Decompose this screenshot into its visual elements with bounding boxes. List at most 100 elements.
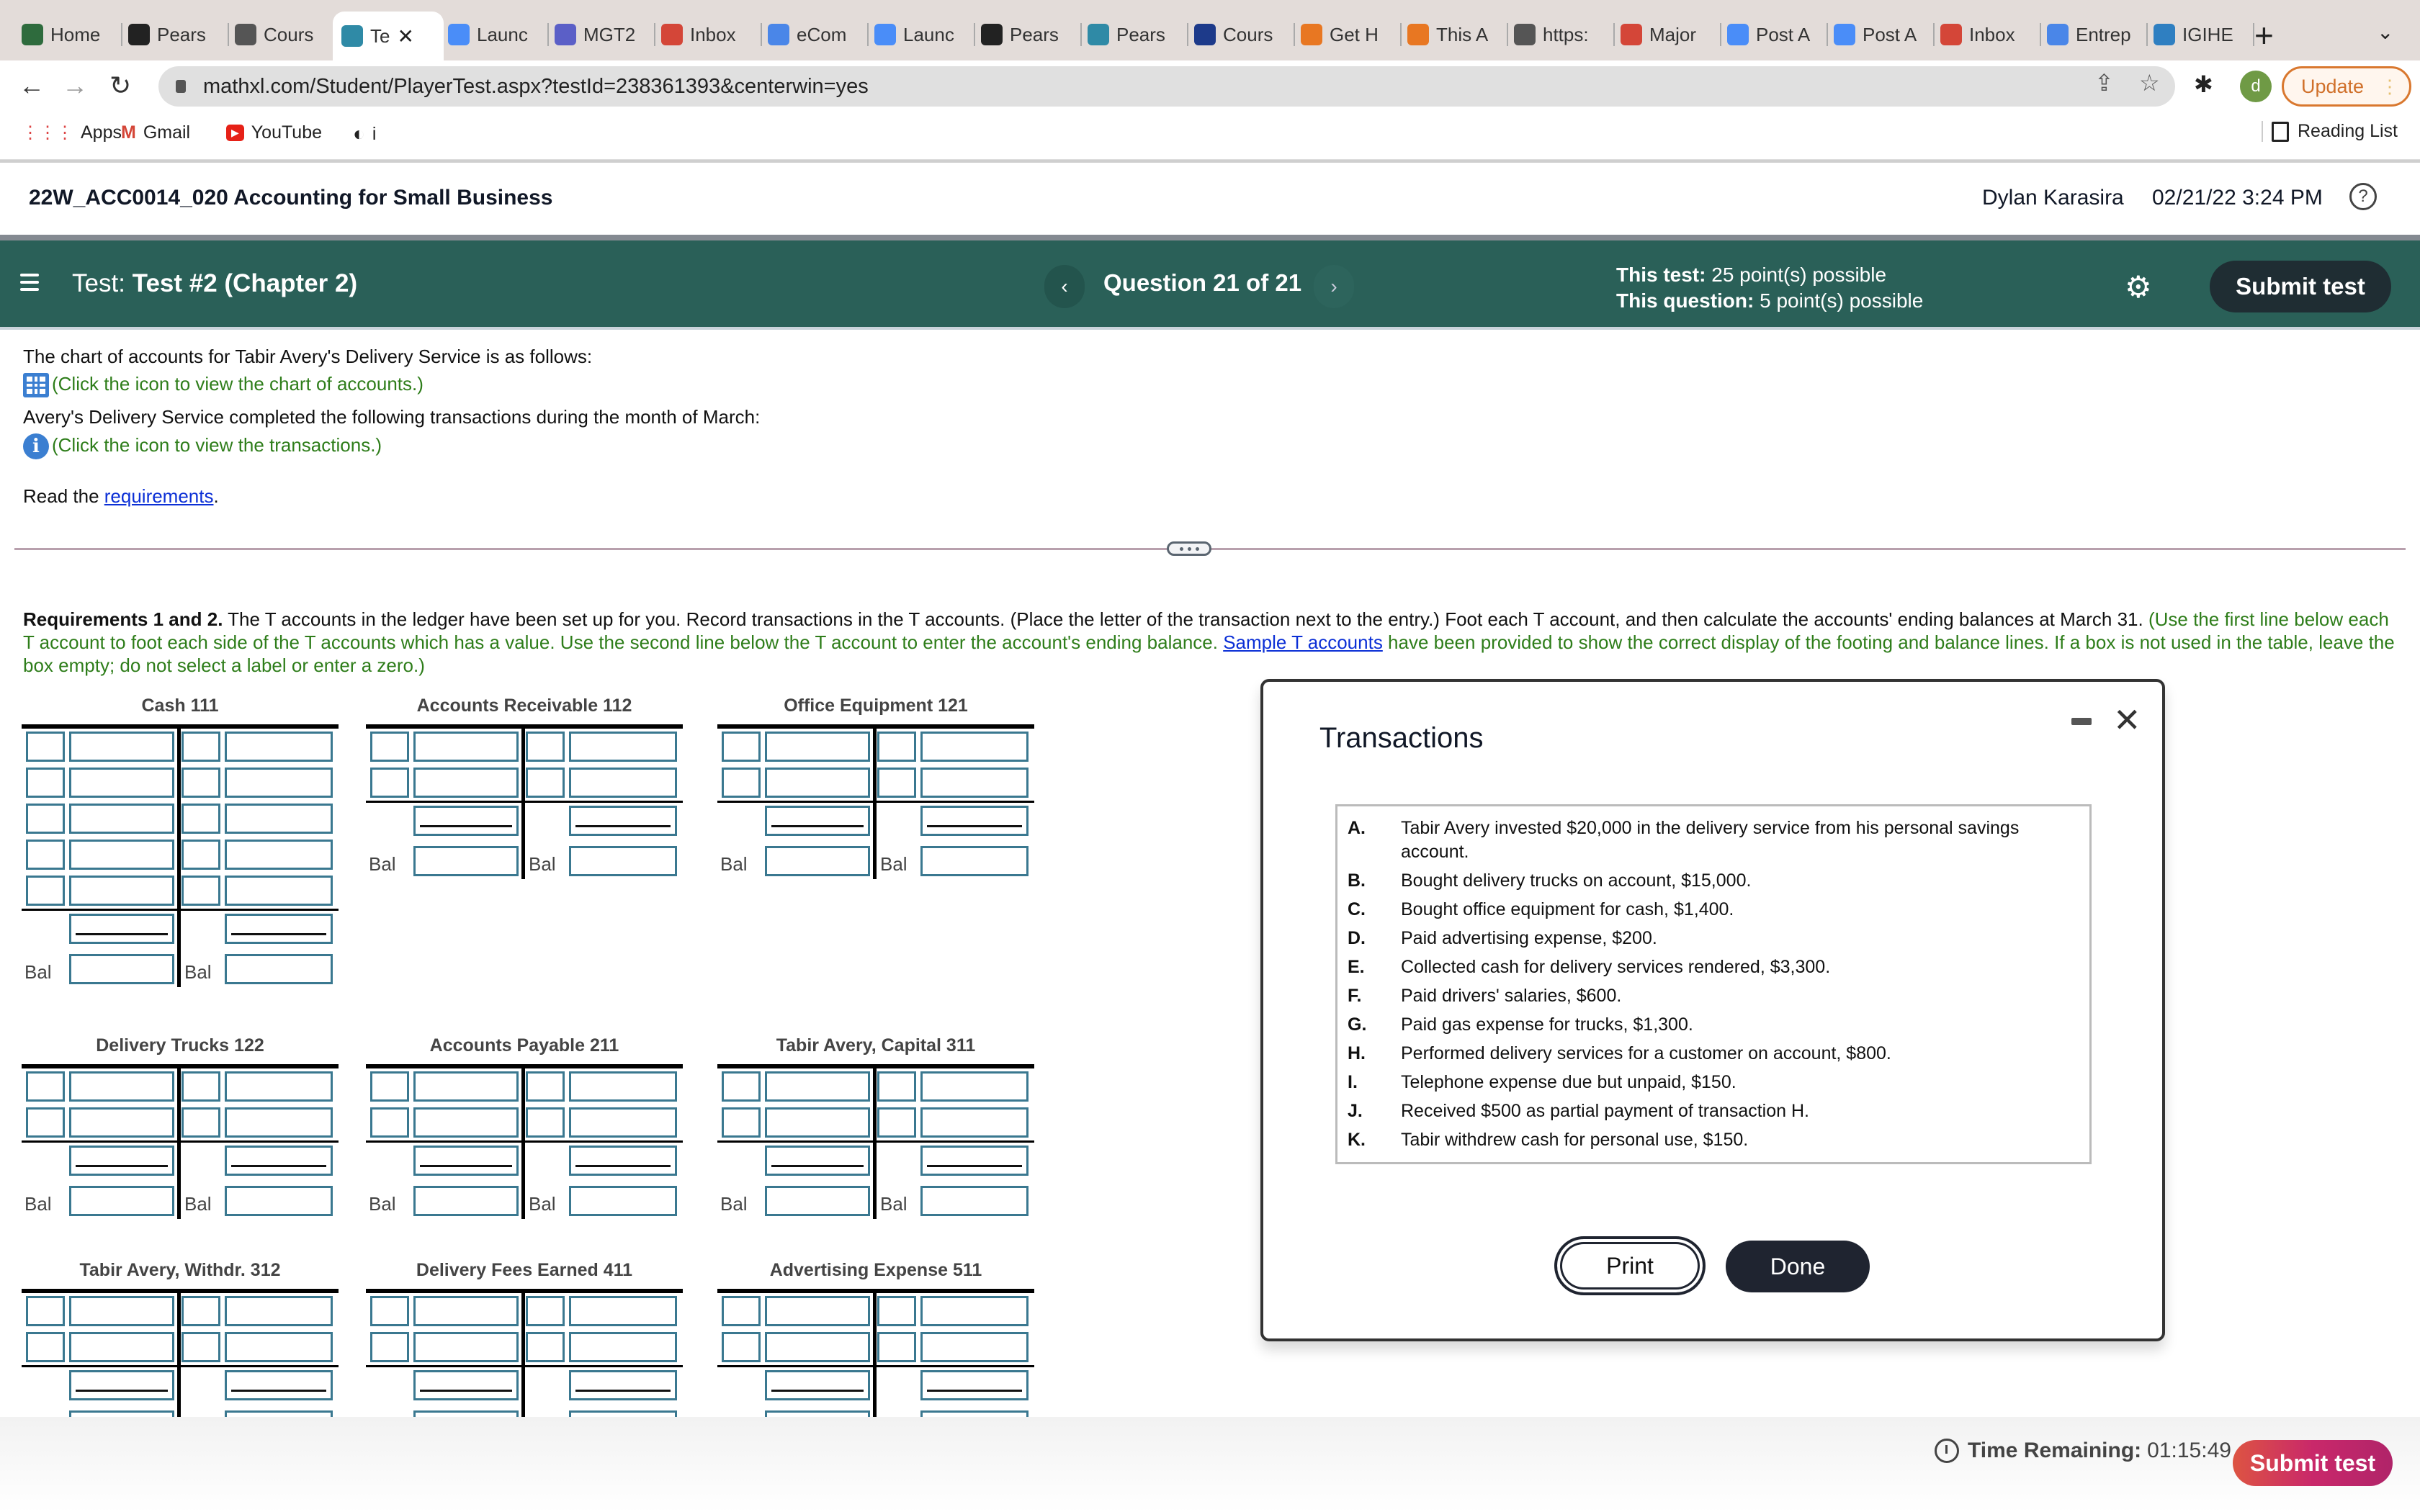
credit-letter-input[interactable] [182,876,220,906]
credit-amount-input[interactable] [569,1071,677,1102]
credit-amount-input[interactable] [225,1107,333,1138]
debit-letter-input[interactable] [26,804,65,834]
debit-footing-input[interactable] [765,1146,870,1176]
credit-footing-input[interactable] [920,1370,1028,1400]
debit-footing-input[interactable] [69,1370,174,1400]
debit-letter-input[interactable] [370,1296,409,1326]
debit-letter-input[interactable] [722,1332,761,1362]
credit-footing-input[interactable] [569,1146,677,1176]
help-icon[interactable]: ? [2349,183,2377,210]
browser-tab[interactable]: Launc [448,20,549,49]
browser-tab[interactable]: Pears [128,20,229,49]
debit-letter-input[interactable] [370,732,409,762]
browser-tab[interactable]: Major [1621,20,1721,49]
reload-icon[interactable]: ↻ [109,71,131,101]
url-text[interactable]: mathxl.com/Student/PlayerTest.aspx?testI… [203,75,869,99]
new-tab-button[interactable]: + [2254,16,2274,55]
credit-amount-input[interactable] [569,732,677,762]
credit-letter-input[interactable] [182,1071,220,1102]
debit-balance-input[interactable] [765,846,870,876]
update-button[interactable]: Update ⋮ [2282,66,2411,107]
debit-footing-input[interactable] [765,806,870,836]
browser-tab[interactable]: eCom [768,20,869,49]
credit-amount-input[interactable] [225,804,333,834]
credit-letter-input[interactable] [182,1296,220,1326]
credit-letter-input[interactable] [182,732,220,762]
credit-letter-input[interactable] [526,1107,565,1138]
credit-balance-input[interactable] [569,846,677,876]
bookmark-youtube[interactable]: ▶ YouTube [226,122,322,143]
credit-letter-input[interactable] [182,768,220,798]
credit-letter-input[interactable] [526,1071,565,1102]
debit-letter-input[interactable] [26,1107,65,1138]
browser-tab[interactable]: Te ✕ [333,12,444,60]
extensions-puzzle-icon[interactable]: ✱ [2194,71,2213,98]
browser-tab[interactable]: Cours [235,20,336,49]
bookmark-gmail[interactable]: M Gmail [121,122,190,143]
browser-tab[interactable]: Inbox [1940,20,2041,49]
debit-amount-input[interactable] [765,1296,870,1326]
debit-balance-input[interactable] [413,1186,519,1216]
close-tab-icon[interactable]: ✕ [397,24,413,48]
debit-letter-input[interactable] [370,768,409,798]
credit-letter-input[interactable] [877,1296,916,1326]
credit-amount-input[interactable] [920,1296,1028,1326]
credit-letter-input[interactable] [182,804,220,834]
credit-amount-input[interactable] [225,840,333,870]
debit-amount-input[interactable] [69,1296,174,1326]
credit-amount-input[interactable] [920,1332,1028,1362]
debit-letter-input[interactable] [26,1332,65,1362]
browser-tab[interactable]: Post A [1834,20,1935,49]
debit-amount-input[interactable] [765,768,870,798]
debit-amount-input[interactable] [765,1107,870,1138]
transactions-link[interactable]: i (Click the icon to view the transaction… [23,433,382,459]
submit-test-bottom-button[interactable]: Submit test [2233,1440,2393,1486]
debit-balance-input[interactable] [69,954,174,984]
credit-amount-input[interactable] [225,1071,333,1102]
info-icon[interactable]: i [23,433,49,459]
debit-letter-input[interactable] [370,1071,409,1102]
debit-footing-input[interactable] [413,806,519,836]
debit-amount-input[interactable] [413,768,519,798]
credit-footing-input[interactable] [225,1370,333,1400]
debit-footing-input[interactable] [413,1370,519,1400]
back-arrow-icon[interactable]: ← [19,71,45,101]
credit-footing-input[interactable] [920,806,1028,836]
debit-amount-input[interactable] [413,1071,519,1102]
browser-tab[interactable]: Cours [1194,20,1295,49]
reading-list-button[interactable]: Reading List [2262,121,2398,142]
browser-tab[interactable]: Post A [1727,20,1828,49]
browser-tab[interactable]: MGT2 [555,20,655,49]
browser-tab[interactable]: This A [1407,20,1508,49]
debit-letter-input[interactable] [370,1107,409,1138]
debit-amount-input[interactable] [413,1107,519,1138]
credit-amount-input[interactable] [569,768,677,798]
credit-amount-input[interactable] [920,768,1028,798]
credit-amount-input[interactable] [225,1332,333,1362]
address-bar[interactable]: mathxl.com/Student/PlayerTest.aspx?testI… [158,66,2175,107]
credit-balance-input[interactable] [920,1186,1028,1216]
chart-link-text[interactable]: (Click the icon to view the chart of acc… [52,373,424,395]
credit-letter-input[interactable] [877,732,916,762]
debit-amount-input[interactable] [413,732,519,762]
credit-footing-input[interactable] [569,1370,677,1400]
browser-tab[interactable]: Get H [1301,20,1402,49]
print-button[interactable]: Print [1554,1236,1706,1295]
browser-tab[interactable]: https: [1514,20,1615,49]
profile-avatar[interactable]: d [2240,71,2272,102]
debit-balance-input[interactable] [765,1186,870,1216]
bookmark-star-icon[interactable]: ☆ [2139,69,2160,96]
browser-tab[interactable]: Entrep [2047,20,2148,49]
share-icon[interactable]: ⇪ [2094,69,2114,96]
debit-amount-input[interactable] [765,1332,870,1362]
credit-letter-input[interactable] [526,768,565,798]
debit-footing-input[interactable] [69,914,174,944]
debit-letter-input[interactable] [722,732,761,762]
settings-gear-icon[interactable]: ⚙ [2125,269,2152,305]
credit-letter-input[interactable] [877,1107,916,1138]
done-button[interactable]: Done [1726,1241,1870,1292]
debit-letter-input[interactable] [26,1296,65,1326]
table-grid-icon[interactable] [23,373,49,398]
credit-amount-input[interactable] [225,732,333,762]
debit-letter-input[interactable] [26,876,65,906]
